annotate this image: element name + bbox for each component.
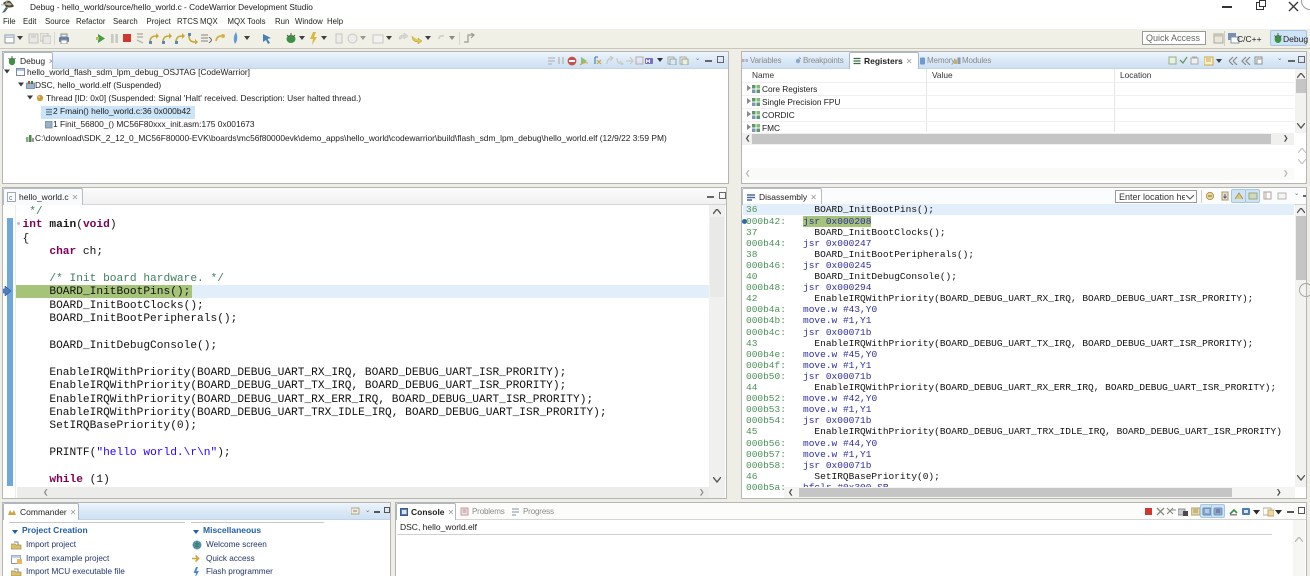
svg-text:c: c	[9, 195, 13, 202]
